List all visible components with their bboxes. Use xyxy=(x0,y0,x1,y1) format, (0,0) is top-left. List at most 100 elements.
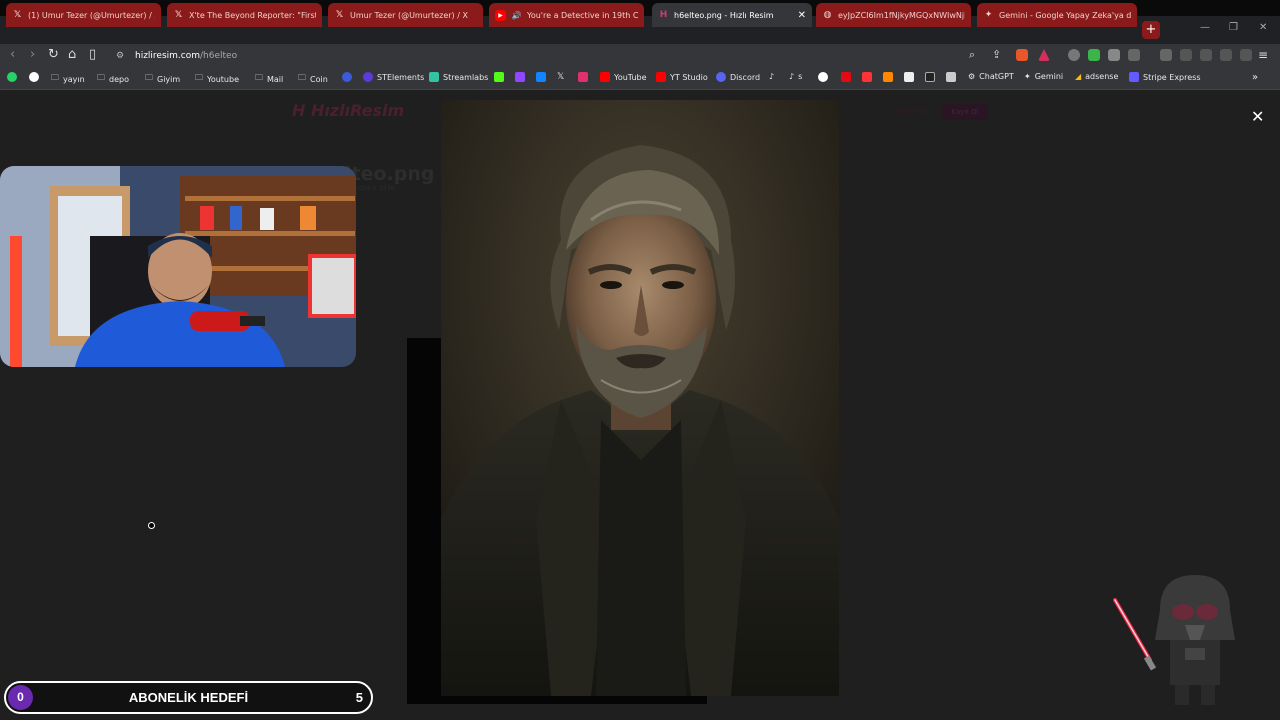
extension-1-icon[interactable] xyxy=(1068,49,1080,61)
subscription-goal-bar: 0 ABONELİK HEDEFİ 5 xyxy=(4,681,373,714)
bookmark-stelements[interactable]: STElements xyxy=(363,72,424,82)
leo-ai-icon[interactable] xyxy=(1220,49,1232,61)
bookmark-adsense[interactable]: ◢ adsense xyxy=(1075,72,1118,81)
bookmark-gray[interactable] xyxy=(946,72,956,82)
streamlabs-icon xyxy=(429,72,439,82)
x-logo-icon: 𝕏 xyxy=(335,10,344,20)
bookmark-x[interactable]: 𝕏 xyxy=(557,72,564,82)
kick-icon xyxy=(494,72,504,82)
tab-1[interactable]: 𝕏 (1) Umur Tezer (@Umurtezer) / X xyxy=(6,3,161,27)
speaker-icon[interactable]: 🔊 xyxy=(511,10,522,21)
bookmark-gemini[interactable]: ✦ Gemini xyxy=(1024,72,1063,81)
zoom-search-icon[interactable]: ⌕ xyxy=(969,47,975,63)
tab-2[interactable]: 𝕏 X'te The Beyond Reporter: "First Ima xyxy=(167,3,322,27)
discord-icon xyxy=(716,72,726,82)
bookmark-red[interactable] xyxy=(862,72,872,82)
bookmark-google[interactable] xyxy=(29,72,39,82)
music-icon[interactable] xyxy=(1160,49,1172,61)
tab-4[interactable]: ▶ 🔊 You're a Detective in 19th Cen xyxy=(489,3,644,27)
bookmark-chatgpt[interactable]: ⚙ ChatGPT xyxy=(968,72,1014,81)
bookmark-youtube[interactable]: YouTube xyxy=(600,72,647,82)
lightbox-close-button[interactable]: ✕ xyxy=(1251,107,1264,126)
bookmark-twitch[interactable] xyxy=(515,72,525,82)
login-link[interactable]: Giriş Yap xyxy=(897,107,927,115)
tab-3[interactable]: 𝕏 Umur Tezer (@Umurtezer) / X xyxy=(328,3,483,27)
white-app-icon xyxy=(904,72,914,82)
lightbox-image[interactable] xyxy=(441,100,839,696)
bookmark-white[interactable] xyxy=(904,72,914,82)
hizliresim-icon: H xyxy=(659,10,668,20)
globe-icon: ◍ xyxy=(823,10,832,20)
adsense-icon: ◢ xyxy=(1075,72,1082,81)
forward-icon[interactable]: › xyxy=(30,47,35,63)
bookmark-mail[interactable]: 🗀 Mail xyxy=(255,72,283,86)
red-app-icon xyxy=(862,72,872,82)
register-button[interactable]: Kayıt Ol xyxy=(942,104,988,120)
bookmark-orange[interactable] xyxy=(883,72,893,82)
bookmark-instagram[interactable] xyxy=(578,72,588,82)
brave-shield-icon[interactable] xyxy=(1016,49,1028,61)
stripe-icon xyxy=(1129,72,1139,82)
darth-vader-mascot xyxy=(1105,570,1245,710)
sidebar-icon[interactable] xyxy=(1180,49,1192,61)
mouse-cursor xyxy=(148,522,155,529)
gemini-icon: ✦ xyxy=(984,10,993,20)
bookmark-page-icon[interactable]: ▯ xyxy=(89,47,96,63)
menu-icon[interactable]: ≡ xyxy=(1258,47,1268,63)
extensions-puzzle-icon[interactable] xyxy=(1108,49,1120,61)
new-tab-button[interactable]: + xyxy=(1142,21,1160,39)
x-logo-icon: 𝕏 xyxy=(557,72,565,82)
bookmark-tiktok[interactable]: ♪ xyxy=(769,72,774,81)
bookmark-stripe[interactable]: Stripe Express xyxy=(1129,72,1201,82)
maximize-icon[interactable]: ❐ xyxy=(1229,22,1238,33)
netflix-icon xyxy=(841,72,851,82)
more-bookmarks-icon[interactable]: » xyxy=(1252,72,1258,83)
site-info-icon[interactable]: ⚙ xyxy=(116,47,124,65)
bookmark-discord[interactable]: Discord xyxy=(716,72,760,82)
window-close-icon[interactable]: ✕ xyxy=(1259,22,1267,33)
bookmark-circle[interactable] xyxy=(818,72,828,82)
extension-2-icon[interactable] xyxy=(1088,49,1100,61)
tab-6[interactable]: ◍ eyJpZCI6Im1fNjkyMGQxNWIwNjIwC xyxy=(816,3,971,27)
bookmark-netflix[interactable] xyxy=(841,72,851,82)
address-bar[interactable]: ⚙ hizliresim.com/h6elteo xyxy=(110,47,990,65)
vpn-icon[interactable] xyxy=(1240,49,1252,61)
background-image-title: lteo.png - xyxy=(345,163,449,185)
wallet-icon[interactable] xyxy=(1200,49,1212,61)
bookmark-yt-studio[interactable]: YT Studio xyxy=(656,72,708,82)
gray-app-icon xyxy=(946,72,956,82)
youtube-icon: ▶ xyxy=(495,9,506,21)
reload-icon[interactable]: ↻ xyxy=(48,47,59,63)
webcam-overlay xyxy=(0,166,356,367)
capcut-icon xyxy=(925,72,935,82)
bookmark-youtube-folder[interactable]: 🗀 Youtube xyxy=(195,72,239,86)
background-image-meta: 1024 × 1536 xyxy=(355,185,395,192)
bookmark-coin[interactable]: 🗀 Coin xyxy=(298,72,328,86)
tab-7[interactable]: ✦ Gemini - Google Yapay Zeka'ya doğ xyxy=(977,3,1137,27)
home-icon[interactable]: ⌂ xyxy=(68,47,76,63)
bookmark-depo[interactable]: 🗀 depo xyxy=(97,72,129,86)
minimize-icon[interactable]: — xyxy=(1200,22,1210,33)
extension-3-icon[interactable] xyxy=(1128,49,1140,61)
tiktok-icon: ♪ xyxy=(789,72,795,81)
close-tab-icon[interactable]: ✕ xyxy=(798,10,806,21)
whatsapp-icon xyxy=(7,72,17,82)
bookmark-whatsapp[interactable] xyxy=(7,72,17,82)
bookmark-giyim[interactable]: 🗀 Giyim xyxy=(145,72,180,86)
tab-active-hizliresim[interactable]: H h6elteo.png - Hızlı Resim ✕ xyxy=(652,3,812,27)
orange-app-icon xyxy=(883,72,893,82)
bluesky-icon xyxy=(536,72,546,82)
bookmark-kick[interactable] xyxy=(494,72,504,82)
st-icon xyxy=(363,72,373,82)
share-icon[interactable]: ⇪ xyxy=(992,47,1001,63)
bookmark-tiktok-s[interactable]: ♪ s xyxy=(789,72,802,81)
hizliresim-icon: 𝙃 xyxy=(292,101,311,120)
bookmark-r[interactable] xyxy=(342,72,352,82)
tiktok-icon: ♪ xyxy=(769,72,775,81)
bookmark-capcut[interactable] xyxy=(925,72,935,82)
bookmark-streamlabs[interactable]: Streamlabs xyxy=(429,72,488,82)
bookmark-bluesky[interactable] xyxy=(536,72,546,82)
bookmark-yayin[interactable]: 🗀 yayın xyxy=(51,72,85,86)
youtube-icon xyxy=(600,72,610,82)
back-icon[interactable]: ‹ xyxy=(10,47,15,63)
